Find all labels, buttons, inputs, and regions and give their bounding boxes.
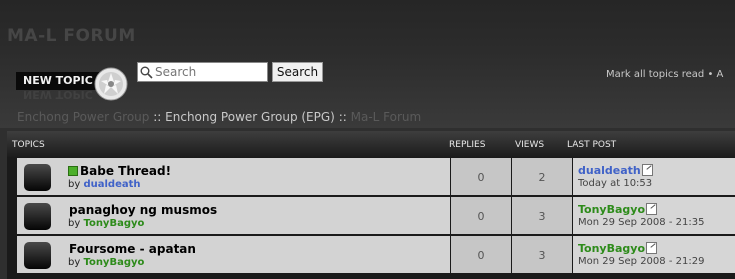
header-band <box>0 0 735 128</box>
breadcrumb: Enchong Power Group :: Enchong Power Gro… <box>17 110 421 124</box>
replies-cell: 0 <box>451 236 511 273</box>
last-post-user-link[interactable]: dualdeath <box>578 164 641 177</box>
last-post-cell: dualdeath Today at 10:53 <box>573 158 735 195</box>
last-post-user: dualdeath <box>578 164 653 177</box>
header-last-post: LAST POST <box>567 140 617 150</box>
new-topic-button[interactable]: NEW TOPIC NEW TOPIC <box>12 66 128 104</box>
views-cell: 3 <box>512 197 572 234</box>
search-input[interactable] <box>155 64 265 80</box>
last-post-date: Today at 10:53 <box>578 178 653 189</box>
header-replies: REPLIES <box>449 140 486 150</box>
views-cell: 3 <box>512 236 572 273</box>
views-count: 2 <box>538 171 546 184</box>
topic-author: by dualdeath <box>68 179 141 190</box>
folder-icon <box>24 242 51 269</box>
mark-all-read-link[interactable]: Mark all topics read • A <box>606 69 723 80</box>
replies-count: 0 <box>477 249 485 262</box>
table-row: panaghoy ng musmos by TonyBagyo 0 3 Tony… <box>17 197 735 235</box>
topic-table: TOPICS REPLIES VIEWS LAST POST Babe Thre… <box>7 131 735 279</box>
forum-title: MA-L FORUM <box>7 26 136 46</box>
folder-icon <box>24 203 51 230</box>
replies-count: 0 <box>477 210 485 223</box>
search-field[interactable] <box>137 62 268 82</box>
last-post-user-link[interactable]: TonyBagyo <box>578 203 645 216</box>
last-post-user-link[interactable]: TonyBagyo <box>578 242 645 255</box>
author-link[interactable]: dualdeath <box>83 179 140 190</box>
topic-author: by TonyBagyo <box>68 257 144 268</box>
breadcrumb-item-forum[interactable]: Ma-L Forum <box>351 110 422 124</box>
magnifier-icon <box>140 66 153 79</box>
last-post-user: TonyBagyo <box>578 203 658 216</box>
topic-title[interactable]: Foursome - apatan <box>69 242 196 256</box>
topic-icon-cell <box>17 197 58 234</box>
by-label: by <box>68 257 81 268</box>
table-row: Foursome - apatan by TonyBagyo 0 3 TonyB… <box>17 236 735 274</box>
breadcrumb-separator: :: <box>153 110 162 124</box>
goto-post-icon[interactable] <box>646 203 658 215</box>
topic-icon-cell <box>17 158 58 195</box>
goto-post-icon[interactable] <box>641 164 653 176</box>
table-header: TOPICS REPLIES VIEWS LAST POST <box>7 131 735 157</box>
breadcrumb-separator: :: <box>338 110 347 124</box>
replies-cell: 0 <box>451 158 511 195</box>
new-topic-reflection: NEW TOPIC <box>23 88 93 101</box>
last-post-date: Mon 29 Sep 2008 - 21:29 <box>578 256 705 267</box>
header-views: VIEWS <box>515 140 545 150</box>
search-button[interactable]: Search <box>272 62 323 82</box>
breadcrumb-item-root[interactable]: Enchong Power Group <box>17 110 149 124</box>
topic-title[interactable]: Babe Thread! <box>80 164 171 178</box>
author-link[interactable]: TonyBagyo <box>83 218 144 229</box>
topic-icon-cell <box>17 236 58 273</box>
new-post-icon <box>68 166 78 176</box>
views-cell: 2 <box>512 158 572 195</box>
by-label: by <box>68 179 81 190</box>
folder-icon <box>24 164 51 191</box>
header-topics: TOPICS <box>12 140 45 150</box>
breadcrumb-item-category[interactable]: Enchong Power Group (EPG) <box>165 110 335 124</box>
goto-post-icon[interactable] <box>646 242 658 254</box>
author-link[interactable]: TonyBagyo <box>83 257 144 268</box>
topic-author: by TonyBagyo <box>68 218 144 229</box>
by-label: by <box>68 218 81 229</box>
topic-title[interactable]: panaghoy ng musmos <box>69 203 217 217</box>
last-post-cell: TonyBagyo Mon 29 Sep 2008 - 21:29 <box>573 236 735 273</box>
wheel-icon <box>94 67 128 101</box>
last-post-date: Mon 29 Sep 2008 - 21:35 <box>578 217 705 228</box>
last-post-cell: TonyBagyo Mon 29 Sep 2008 - 21:35 <box>573 197 735 234</box>
replies-count: 0 <box>477 171 485 184</box>
views-count: 3 <box>538 210 546 223</box>
table-row: Babe Thread! by dualdeath 0 2 dualdeath … <box>17 158 735 196</box>
replies-cell: 0 <box>451 197 511 234</box>
last-post-user: TonyBagyo <box>578 242 658 255</box>
views-count: 3 <box>538 249 546 262</box>
